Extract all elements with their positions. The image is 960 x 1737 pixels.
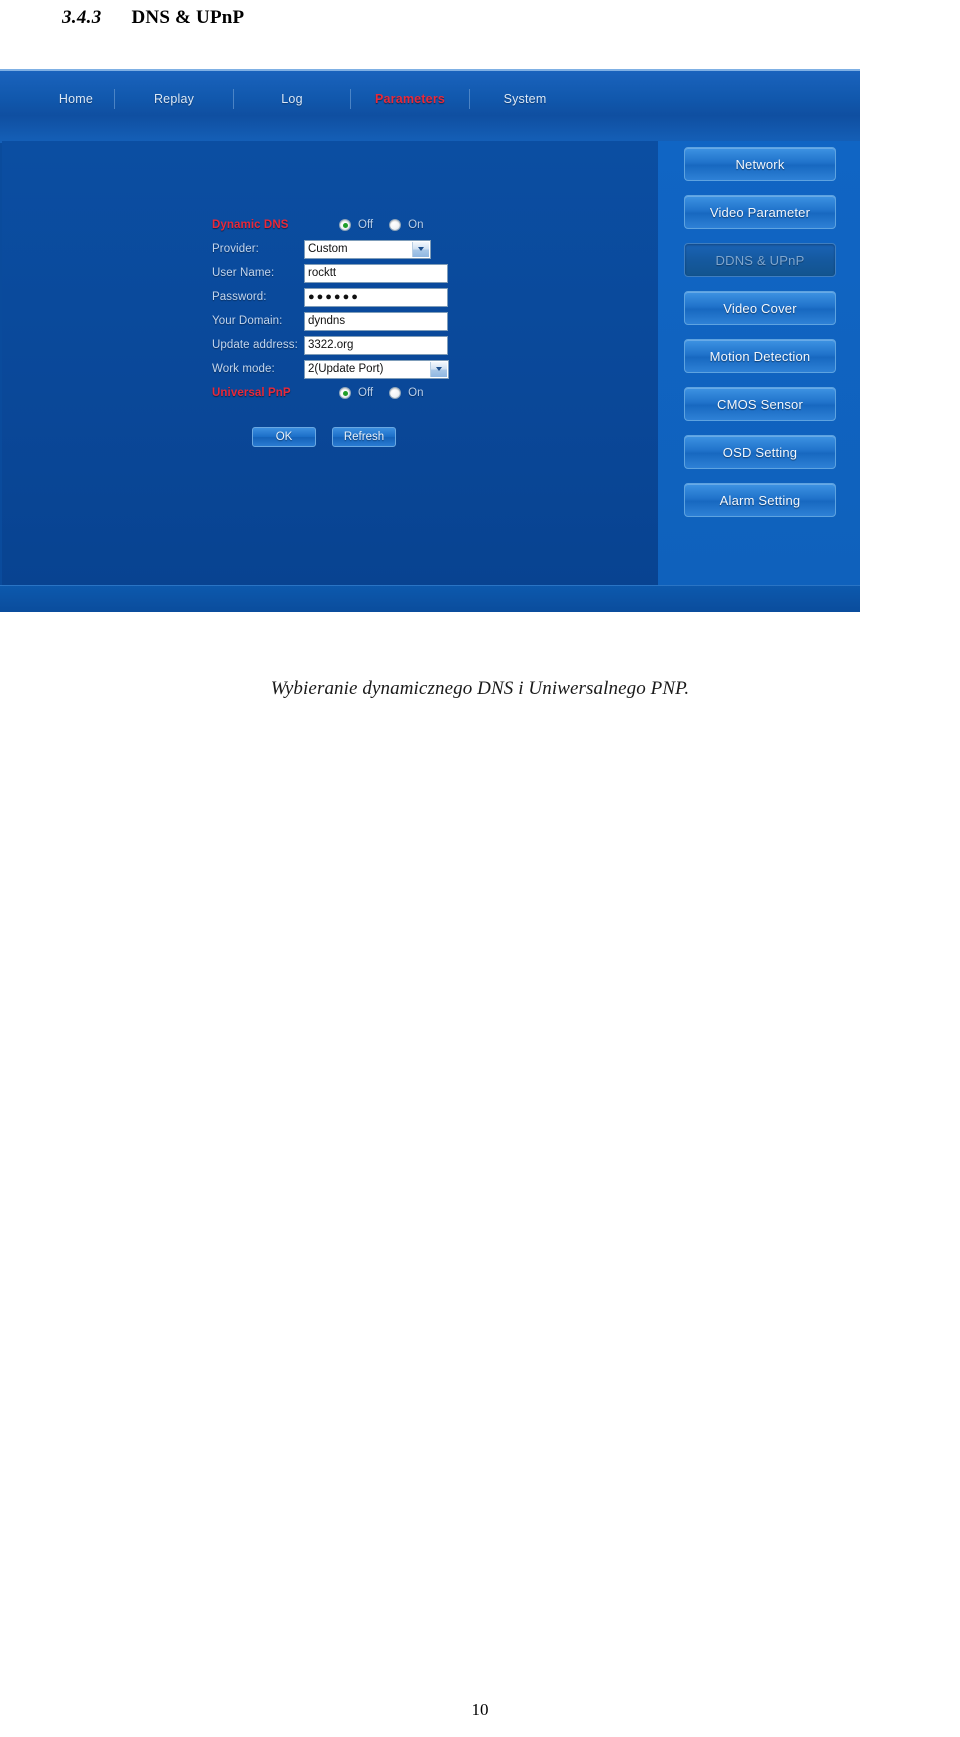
nav-items-container: Home Replay Log Parameters System [38,88,580,110]
update-address-input[interactable]: 3322.org [304,335,448,355]
radio-icon-selected[interactable] [339,387,351,399]
form-row-dynamic-dns: Dynamic DNS Off On [212,213,449,237]
nav-divider [114,89,115,109]
work-mode-select[interactable]: 2(Update Port) [304,359,449,379]
section-heading: 3.4.3 DNS & UPnP [62,0,244,36]
nav-item-system[interactable]: System [470,88,580,110]
work-mode-label: Work mode: [212,363,275,375]
heading-number: 3.4.3 [62,7,102,28]
universal-pnp-off-option[interactable]: Off [339,387,373,399]
password-input[interactable]: ●●●●●● [304,287,448,307]
universal-pnp-on-label: On [408,387,424,399]
sidebar-item-cmos-sensor[interactable]: CMOS Sensor [684,387,836,421]
page-number: 10 [471,1700,489,1719]
device-web-ui-screenshot: Home Replay Log Parameters System Dynami… [0,69,860,612]
dynamic-dns-radio-group: Off On [339,219,439,231]
form-row-user-name: User Name: rocktt [212,261,449,285]
ddns-upnp-form: Dynamic DNS Off On Provider: Custom User… [212,213,449,447]
dynamic-dns-off-label: Off [358,219,374,231]
form-row-your-domain: Your Domain: dyndns [212,309,449,333]
work-mode-select-value: 2(Update Port) [308,362,384,375]
radio-icon-unselected[interactable] [389,387,402,399]
dynamic-dns-on-label: On [408,219,424,231]
nav-divider [350,89,351,109]
nav-item-log[interactable]: Log [234,88,350,110]
form-row-password: Password: ●●●●●● [212,285,449,309]
dynamic-dns-off-option[interactable]: Off [339,219,373,231]
update-address-label: Update address: [212,339,298,351]
nav-divider [469,89,470,109]
user-name-label: User Name: [212,267,275,279]
dynamic-dns-label: Dynamic DNS [212,219,289,231]
top-navigation-bar: Home Replay Log Parameters System [0,69,860,143]
refresh-button[interactable]: Refresh [332,427,396,447]
figure-caption: Wybieranie dynamicznego DNS i Uniwersaln… [270,678,690,699]
form-action-buttons: OK Refresh [252,427,449,447]
sidebar-item-osd-setting[interactable]: OSD Setting [684,435,836,469]
sidebar-item-video-parameter[interactable]: Video Parameter [684,195,836,229]
universal-pnp-off-label: Off [358,387,374,399]
sidebar-item-alarm-setting[interactable]: Alarm Setting [684,483,836,517]
dynamic-dns-on-option[interactable]: On [389,219,423,231]
provider-select-value: Custom [308,242,348,255]
user-name-input[interactable]: rocktt [304,263,448,283]
settings-content-area: Dynamic DNS Off On Provider: Custom User… [2,141,658,585]
nav-item-parameters[interactable]: Parameters [351,88,469,110]
form-row-work-mode: Work mode: 2(Update Port) [212,357,449,381]
chevron-down-icon[interactable] [430,361,447,377]
password-label: Password: [212,291,267,303]
nav-item-home[interactable]: Home [38,88,114,110]
chevron-down-icon[interactable] [412,241,429,257]
settings-sidebar: Network Video Parameter DDNS & UPnP Vide… [658,141,860,585]
provider-label: Provider: [212,243,259,255]
universal-pnp-radio-group: Off On [339,387,439,399]
heading-title: DNS & UPnP [131,7,245,28]
form-row-update-address: Update address: 3322.org [212,333,449,357]
nav-divider [233,89,234,109]
panel-body: Dynamic DNS Off On Provider: Custom User… [0,141,860,612]
ok-button[interactable]: OK [252,427,316,447]
universal-pnp-label: Universal PnP [212,387,291,399]
sidebar-item-video-cover[interactable]: Video Cover [684,291,836,325]
nav-item-replay[interactable]: Replay [115,88,233,110]
sidebar-item-motion-detection[interactable]: Motion Detection [684,339,836,373]
your-domain-input[interactable]: dyndns [304,311,448,331]
form-row-provider: Provider: Custom [212,237,449,261]
sidebar-item-network[interactable]: Network [684,147,836,181]
radio-icon-selected[interactable] [339,219,351,231]
universal-pnp-on-option[interactable]: On [389,387,423,399]
provider-select[interactable]: Custom [304,239,431,259]
your-domain-label: Your Domain: [212,315,283,327]
panel-footer-bar [0,585,860,612]
form-row-universal-pnp: Universal PnP Off On [212,381,449,405]
sidebar-item-ddns-upnp[interactable]: DDNS & UPnP [684,243,836,277]
radio-icon-unselected[interactable] [389,219,402,231]
sidebar-menu: Network Video Parameter DDNS & UPnP Vide… [684,147,836,531]
